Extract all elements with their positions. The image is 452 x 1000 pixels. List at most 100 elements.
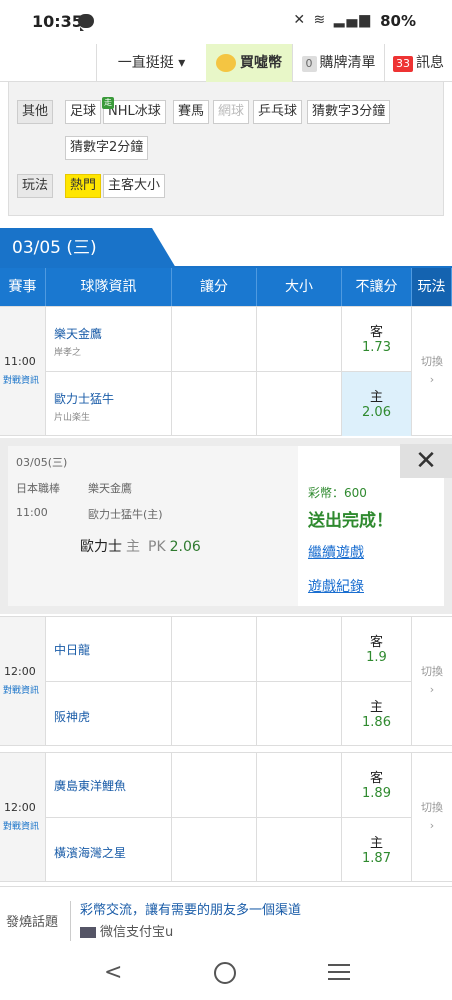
bet-date: 03/05(三) <box>16 456 68 469</box>
filter-table-tennis[interactable]: 乒乓球 <box>253 100 303 124</box>
away-odds: 1.89 <box>362 786 391 801</box>
bet-team-home: 歐力士猛牛(主) <box>88 508 163 521</box>
match-time: 12:00 <box>4 801 36 814</box>
bet-time: 11:00 <box>16 506 48 519</box>
away-odds: 1.9 <box>366 650 387 665</box>
home-odds: 1.87 <box>362 851 391 866</box>
continue-game-link[interactable]: 繼續遊戲 <box>308 542 364 562</box>
away-moneyline[interactable]: 客 1.73 <box>342 307 412 371</box>
live-badge-icon: 走 <box>102 97 114 109</box>
chevron-right-icon: › <box>429 683 435 696</box>
home-moneyline[interactable]: 主 1.86 <box>342 682 412 746</box>
home-team-name: 阪神虎 <box>54 710 91 724</box>
home-side-label: 主 <box>369 700 383 715</box>
away-team: 樂天金鷹 岸孝之 <box>46 307 172 371</box>
back-icon[interactable]: < <box>104 960 122 985</box>
credit-balance: 彩幣：600 <box>308 486 367 500</box>
date-header: 03/05 (三) <box>0 228 452 268</box>
switch-button[interactable]: 切換 › <box>412 663 452 699</box>
chevron-right-icon: › <box>429 819 435 832</box>
away-team-name: 廣島東洋鯉魚 <box>54 779 127 793</box>
filter-guess-2min[interactable]: 猜數字2分鐘 <box>65 136 149 160</box>
home-side-label: 主 <box>369 836 383 851</box>
image-icon <box>80 927 96 938</box>
filter-guess-3min[interactable]: 猜數字3分鐘 <box>307 100 391 124</box>
hot-topic-title[interactable]: 彩幣交流，讓有需要的朋友多一個渠道 <box>80 899 301 918</box>
home-team-name: 橫濱海灣之星 <box>54 846 127 860</box>
match-time-cell: 11:00 對戰資訊 <box>0 307 46 435</box>
away-side-label: 客 <box>369 635 383 650</box>
battery-level: 80% <box>380 12 416 30</box>
home-team: 歐力士猛牛 片山楽生 <box>46 372 172 436</box>
bet-pick: 歐力士主 PK 2.06 <box>80 536 201 556</box>
hot-topic-subtitle: 微信支付宝u <box>80 921 173 940</box>
bet-league: 日本職棒 <box>16 482 60 495</box>
system-icons: ✕ ≋ ▂▄▆ <box>293 12 372 28</box>
match-row: 11:00 對戰資訊 樂天金鷹 岸孝之 歐力士猛牛 片山楽生 客 1.73 主 … <box>0 306 452 436</box>
switch-label: 切換 <box>421 665 443 678</box>
away-team: 廣島東洋鯉魚 <box>46 753 172 817</box>
col-spread: 讓分 <box>172 268 257 306</box>
switch-label: 切換 <box>421 801 443 814</box>
filter-panel: 其他 足球 走 NHL冰球 賽馬 網球 乒乓球 猜數字3分鐘 猜數字2分鐘 玩法 … <box>8 82 444 216</box>
match-time: 11:00 <box>4 355 36 368</box>
bet-summary: 03/05(三) 日本職棒 11:00 樂天金鷹 歐力士猛牛(主) 歐力士主 PK… <box>8 446 298 606</box>
system-nav-bar: < <box>0 948 452 1000</box>
filter-nhl[interactable]: 走 NHL冰球 <box>102 97 166 124</box>
buy-coins-button[interactable]: 買噓幣 <box>206 44 292 82</box>
pick-side: 主 <box>126 539 140 555</box>
filter-soccer[interactable]: 足球 <box>65 100 102 124</box>
h2h-link[interactable]: 對戰資訊 <box>3 373 39 386</box>
submit-done-message: 送出完成！ <box>308 511 393 531</box>
col-moneyline: 不讓分 <box>342 268 412 306</box>
match-row: 12:00 對戰資訊 廣島東洋鯉魚 橫濱海灣之星 客 1.89 主 1.87 切… <box>0 752 452 882</box>
cart-count-badge: 0 <box>301 56 317 72</box>
switch-button[interactable]: 切換 › <box>412 799 452 835</box>
filter-tennis[interactable]: 網球 <box>213 100 250 124</box>
bet-team-away: 樂天金鷹 <box>88 482 132 495</box>
col-total: 大小 <box>257 268 342 306</box>
switch-button[interactable]: 切換 › <box>412 353 452 389</box>
recent-apps-icon[interactable] <box>328 964 350 985</box>
home-team: 橫濱海灣之星 <box>46 818 172 882</box>
col-team: 球隊資訊 <box>46 268 172 306</box>
home-side-label: 主 <box>369 390 383 405</box>
h2h-link[interactable]: 對戰資訊 <box>3 819 39 832</box>
home-odds: 2.06 <box>362 405 391 420</box>
messages-label: 訊息 <box>416 55 444 71</box>
filter-nhl-label: NHL冰球 <box>108 104 161 119</box>
switch-label: 切換 <box>421 355 443 368</box>
hot-topic-banner[interactable]: 發燒話題 彩幣交流，讓有需要的朋友多一個渠道 微信支付宝u <box>0 886 452 948</box>
away-moneyline[interactable]: 客 1.89 <box>342 753 412 817</box>
message-count-badge: 33 <box>393 56 413 72</box>
promo-divider <box>70 901 71 941</box>
filter-home-away-total[interactable]: 主客大小 <box>103 174 166 198</box>
hot-topic-subtitle-text: 微信支付宝u <box>100 925 174 940</box>
h2h-link[interactable]: 對戰資訊 <box>3 683 39 696</box>
home-moneyline[interactable]: 主 2.06 <box>342 372 412 436</box>
away-team-name: 樂天金鷹 <box>54 327 103 341</box>
filter-horse-racing[interactable]: 賽馬 <box>173 100 210 124</box>
sort-dropdown[interactable]: 一直挺挺 ▾ <box>96 44 206 82</box>
close-icon[interactable]: ✕ <box>400 444 452 478</box>
home-moneyline[interactable]: 主 1.87 <box>342 818 412 882</box>
chat-notification-icon <box>78 14 94 31</box>
home-pitcher: 片山楽生 <box>54 413 91 423</box>
bet-result-card: 03/05(三) 日本職棒 11:00 樂天金鷹 歐力士猛牛(主) 歐力士主 PK… <box>8 446 444 606</box>
chevron-right-icon: › <box>429 373 435 386</box>
coin-icon <box>216 54 236 72</box>
bet-result-popup: 03/05(三) 日本職棒 11:00 樂天金鷹 歐力士猛牛(主) 歐力士主 PK… <box>0 438 452 614</box>
cart-button[interactable]: 0 購牌清單 <box>292 44 384 82</box>
filter-label-other: 其他 <box>17 100 54 124</box>
away-moneyline[interactable]: 客 1.9 <box>342 617 412 681</box>
pick-odds: 2.06 <box>169 539 201 555</box>
home-icon[interactable] <box>214 962 236 984</box>
column-header: 賽事 球隊資訊 讓分 大小 不讓分 玩法 <box>0 268 452 306</box>
pick-type: PK <box>148 539 166 555</box>
away-side-label: 客 <box>369 771 383 786</box>
cart-label: 購牌清單 <box>319 55 376 71</box>
messages-button[interactable]: 33 訊息 <box>384 44 452 82</box>
filter-hot[interactable]: 熱門 <box>65 174 102 198</box>
game-record-link[interactable]: 遊戲紀錄 <box>308 576 364 596</box>
col-event: 賽事 <box>0 268 46 306</box>
